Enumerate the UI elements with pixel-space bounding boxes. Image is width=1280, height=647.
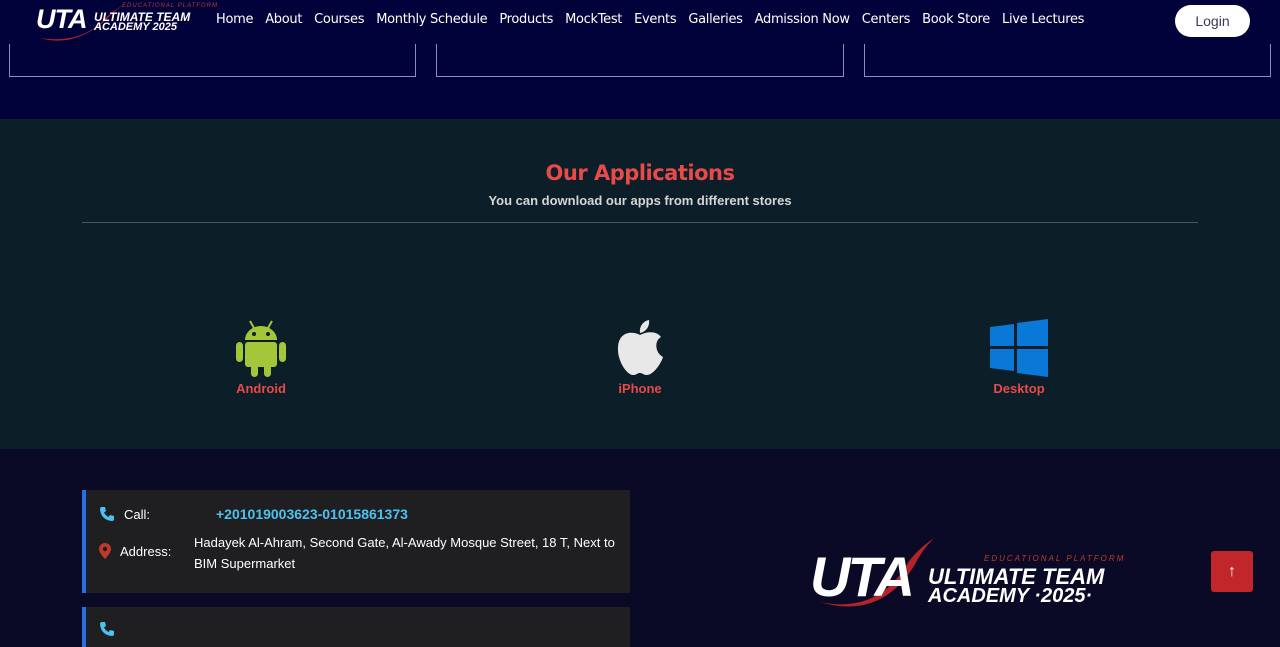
footer-logo-tagline: EDUCATIONAL PLATFORM (984, 554, 1126, 563)
desktop-label: Desktop (993, 381, 1045, 396)
footer-logo: UTA EDUCATIONAL PLATFORM ULTIMATE TEAM A… (810, 536, 1140, 616)
address-text: Hadayek Al-Ahram, Second Gate, Al-Awady … (194, 535, 615, 571)
android-icon (236, 320, 286, 377)
iphone-label: iPhone (618, 381, 662, 396)
iphone-app-link[interactable]: iPhone (580, 319, 700, 396)
desktop-app-link[interactable]: Desktop (959, 319, 1079, 396)
nav-book-store[interactable]: Book Store (922, 12, 990, 27)
call-label: Call: (124, 507, 151, 522)
footer-logo-mark: UTA (810, 545, 915, 608)
android-label: Android (236, 381, 286, 396)
logo-tagline: EDUCATIONAL PLATFORM (122, 3, 219, 9)
nav-about[interactable]: About (265, 12, 302, 27)
nav-events[interactable]: Events (634, 12, 677, 27)
login-button[interactable]: Login (1175, 5, 1250, 37)
divider (82, 222, 1198, 223)
nav-galleries[interactable]: Galleries (688, 12, 743, 27)
applications-title: Our Applications (545, 161, 735, 185)
phone-icon (100, 622, 114, 636)
apple-icon (617, 320, 663, 375)
applications-section: Our Applications You can download our ap… (0, 119, 1280, 449)
address-label: Address: (120, 544, 172, 559)
card-bottom-1 (9, 44, 416, 77)
phone-number-link[interactable]: +201019003623-01015861373 (216, 506, 408, 522)
logo-line2: ACADEMY 2025 (94, 21, 177, 33)
card-bottom-3 (864, 44, 1271, 77)
contact-info-box: Call: +201019003623-01015861373 Address:… (82, 490, 630, 593)
logo-mark: UTA (36, 4, 87, 34)
contact-info-box-2 (82, 607, 630, 647)
nav-monthly-schedule[interactable]: Monthly Schedule (376, 12, 487, 27)
card-bottom-2 (436, 44, 844, 77)
footer-logo-line2: ACADEMY ·2025· (928, 585, 1093, 607)
arrow-up-icon: ↑ (1228, 562, 1236, 580)
map-pin-icon (99, 543, 111, 559)
header-logo[interactable]: UTA EDUCATIONAL PLATFORM ULTIMATE TEAM A… (34, 0, 217, 44)
nav-admission-now[interactable]: Admission Now (755, 12, 850, 27)
main-menu: Home About Courses Monthly Schedule Prod… (216, 12, 1096, 27)
scroll-to-top-button[interactable]: ↑ (1211, 551, 1253, 592)
nav-courses[interactable]: Courses (314, 12, 364, 27)
nav-live-lectures[interactable]: Live Lectures (1002, 12, 1084, 27)
phone-icon (100, 507, 114, 521)
android-app-link[interactable]: Android (201, 319, 321, 396)
nav-home[interactable]: Home (216, 12, 254, 27)
nav-centers[interactable]: Centers (862, 12, 911, 27)
navbar: UTA EDUCATIONAL PLATFORM ULTIMATE TEAM A… (0, 0, 1280, 44)
applications-subtitle: You can download our apps from different… (488, 193, 792, 208)
nav-mocktest[interactable]: MockTest (565, 12, 622, 27)
windows-icon (990, 319, 1048, 377)
nav-products[interactable]: Products (499, 12, 553, 27)
